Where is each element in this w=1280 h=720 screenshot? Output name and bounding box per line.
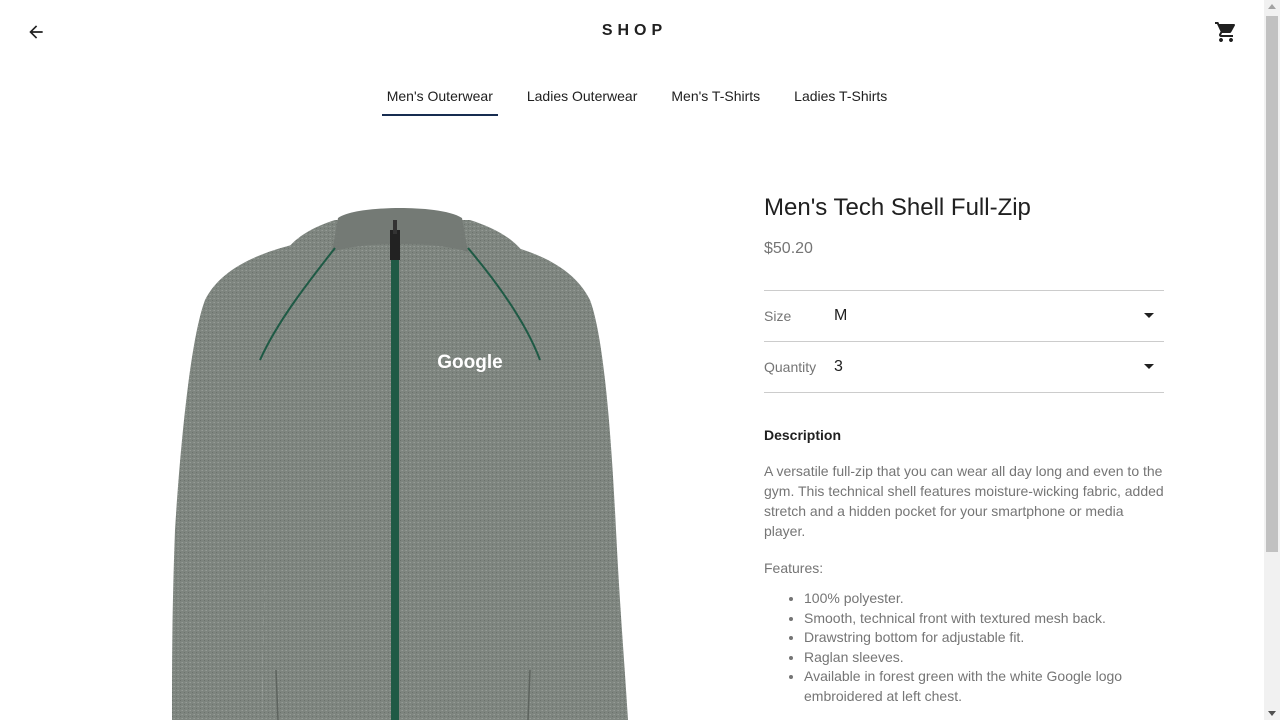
list-item: 100% polyester. <box>804 589 1164 609</box>
jacket-illustration: Google <box>172 208 628 720</box>
description-heading: Description <box>764 427 842 443</box>
size-value[interactable]: M <box>834 307 1164 325</box>
cart-button[interactable] <box>1210 16 1242 48</box>
scrollbar-thumb[interactable] <box>1266 16 1278 552</box>
description-text: A versatile full-zip that you can wear a… <box>764 463 1164 539</box>
product-title: Men's Tech Shell Full-Zip <box>764 194 1031 221</box>
list-item: Available in forest green with the white… <box>804 667 1164 706</box>
category-tabs: Men's Outerwear Ladies Outerwear Men's T… <box>0 78 1264 116</box>
product-detail: Men's Tech Shell Full-Zip $50.20 Size M … <box>764 190 1164 706</box>
size-label: Size <box>764 308 792 324</box>
tab-ladies-tshirts[interactable]: Ladies T-Shirts <box>789 78 892 116</box>
scroll-up-arrow-icon[interactable] <box>1268 4 1276 9</box>
product-price: $50.20 <box>764 240 813 257</box>
google-logo-text: Google <box>437 352 502 373</box>
tab-mens-outerwear[interactable]: Men's Outerwear <box>381 78 499 116</box>
app-header: SHOP <box>0 0 1264 64</box>
dropdown-arrow-icon <box>1144 313 1154 318</box>
product-options: Size M Quantity 3 <box>764 290 1164 393</box>
shopping-cart-icon <box>1215 22 1236 42</box>
scroll-down-arrow-icon[interactable] <box>1268 711 1276 716</box>
size-select[interactable]: Size M <box>764 291 1164 342</box>
product-image: Google <box>150 190 650 720</box>
shop-logo[interactable]: SHOP <box>0 22 1264 40</box>
tab-mens-tshirts[interactable]: Men's T-Shirts <box>666 78 765 116</box>
quantity-label: Quantity <box>764 359 817 375</box>
features-label: Features: <box>764 560 824 576</box>
dropdown-arrow-icon <box>1144 364 1154 369</box>
quantity-value[interactable]: 3 <box>834 358 1164 376</box>
features-list: 100% polyester. Smooth, technical front … <box>764 589 1164 706</box>
shop-app: SHOP Men's Outerwear Ladies Outerwear Me… <box>0 0 1264 720</box>
list-item: Drawstring bottom for adjustable fit. <box>804 628 1164 648</box>
list-item: Raglan sleeves. <box>804 648 1164 668</box>
shop-logo-text: SHOP <box>601 22 668 39</box>
page-scrollbar[interactable] <box>1264 0 1280 720</box>
list-item: Smooth, technical front with textured me… <box>804 609 1164 629</box>
quantity-select[interactable]: Quantity 3 <box>764 342 1164 393</box>
tab-ladies-outerwear[interactable]: Ladies Outerwear <box>522 78 643 116</box>
